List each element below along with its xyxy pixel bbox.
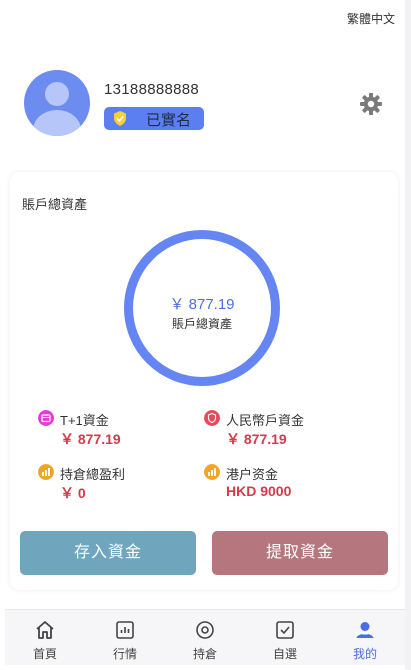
tab-position-label: 持倉: [192, 647, 217, 661]
fund-t1-label: T+1資金: [60, 413, 109, 428]
wallet-icon: [38, 410, 54, 426]
deposit-button[interactable]: 存入資金: [20, 531, 196, 575]
market-icon: [116, 621, 134, 639]
total-assets-ring: ￥ 877.19 賬戶總資產: [124, 230, 280, 386]
settings-gear-icon[interactable]: [359, 92, 383, 116]
tab-watchlist[interactable]: 自選: [245, 610, 325, 666]
user-phone: 13188888888: [104, 81, 200, 98]
chart-icon: [38, 464, 54, 480]
chart-icon: [204, 464, 220, 480]
withdraw-button[interactable]: 提取資金: [212, 531, 388, 575]
language-toggle[interactable]: 繁體中文: [347, 10, 395, 27]
watchlist-icon: [276, 621, 294, 639]
position-icon: [196, 621, 214, 639]
total-assets-label: 賬戶總資產: [171, 317, 232, 331]
app-screen: 繁體中文 13188888888 已實名 賬戶總資產 ￥ 877.19 賬戶總資…: [0, 0, 405, 670]
fund-hk: 港户资金 HKD 9000: [204, 464, 364, 504]
fund-total-profit-label: 持倉總盈利: [60, 467, 126, 482]
profile-header: 13188888888 已實名: [24, 70, 394, 136]
bottom-tab-bar: 首頁 行情 持倉 自選 我的: [5, 609, 405, 665]
verified-label: 已實名: [146, 112, 192, 129]
assets-card-title: 賬戶總資產: [22, 197, 88, 212]
fund-hk-label: 港户资金: [226, 467, 279, 482]
verified-badge: 已實名: [104, 107, 204, 130]
verified-shield-icon: [114, 111, 126, 126]
avatar-body: [33, 110, 81, 136]
tab-market-label: 行情: [112, 647, 137, 661]
tab-profile-label: 我的: [352, 647, 377, 661]
fund-rmb-value: ￥ 877.19: [226, 431, 287, 447]
fund-t1-value: ￥ 877.19: [60, 431, 121, 447]
fund-rmb: 人民幣戶資金 ￥ 877.19: [204, 410, 364, 450]
tab-home[interactable]: 首頁: [5, 610, 85, 666]
tab-home-label: 首頁: [32, 647, 57, 661]
fund-total-profit: 持倉總盈利 ￥ 0: [38, 464, 198, 504]
shield-icon: [204, 410, 220, 426]
assets-card: 賬戶總資產 ￥ 877.19 賬戶總資產 T+1資金 ￥ 877.19 人民幣戶…: [10, 172, 398, 590]
total-assets-amount: ￥ 877.19: [169, 296, 235, 313]
fund-total-profit-value: ￥ 0: [60, 485, 86, 501]
tab-watchlist-label: 自選: [272, 647, 297, 661]
profile-icon: [356, 622, 374, 638]
avatar-head: [45, 82, 69, 106]
tab-market[interactable]: 行情: [85, 610, 165, 666]
fund-hk-value: HKD 9000: [226, 483, 292, 499]
home-icon: [36, 621, 54, 639]
fund-t1: T+1資金 ￥ 877.19: [38, 410, 198, 450]
tab-position[interactable]: 持倉: [165, 610, 245, 666]
tab-profile[interactable]: 我的: [325, 610, 405, 666]
fund-rmb-label: 人民幣戶資金: [226, 413, 305, 428]
avatar[interactable]: [24, 70, 90, 136]
